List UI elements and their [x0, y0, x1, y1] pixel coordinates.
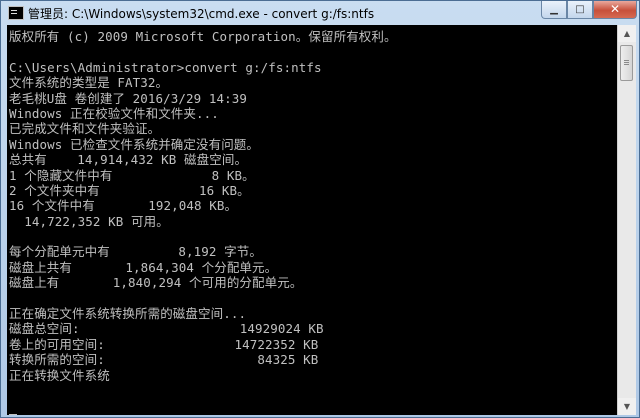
console-line: 2 个文件夹中有 16 KB。: [9, 182, 250, 198]
console-line: Windows 正在校验文件和文件夹...: [9, 105, 219, 121]
console-line: 老毛桃U盘 卷创建了 2016/3/29 14:39: [9, 90, 248, 106]
scroll-up-arrow-icon[interactable]: ▲: [618, 25, 636, 42]
maximize-button[interactable]: □: [567, 1, 593, 19]
console-line: 半:: [9, 414, 397, 415]
console-line: 磁盘总空间: 14929024 KB: [9, 321, 324, 337]
console-line: 正在转换文件系统: [9, 367, 110, 383]
console-line: Windows 已检查文件系统并确定没有问题。: [9, 136, 260, 152]
close-button[interactable]: ✕: [593, 1, 637, 19]
console-lines: 版权所有 (c) 2009 Microsoft Corporation。保留所有…: [9, 29, 397, 415]
scrollbar-thumb[interactable]: [620, 45, 633, 81]
cmd-icon[interactable]: [8, 6, 24, 20]
console-line: 版权所有 (c) 2009 Microsoft Corporation。保留所有…: [9, 29, 397, 44]
console-line: 卷上的可用空间: 14722352 KB: [9, 336, 319, 352]
console-line: 文件系统的类型是 FAT32。: [9, 75, 169, 91]
console-line: 16 个文件中有 192,048 KB。: [9, 198, 238, 214]
window-title: 管理员: C:\Windows\system32\cmd.exe - conve…: [28, 7, 375, 21]
console-line: 磁盘上有 1,840,294 个可用的分配单元。: [9, 275, 303, 291]
window-controls: ▁ □ ✕: [541, 1, 637, 19]
console-output[interactable]: 版权所有 (c) 2009 Microsoft Corporation。保留所有…: [7, 25, 617, 415]
console-line: 每个分配单元中有 8,192 字节。: [9, 244, 262, 260]
title-bar[interactable]: 管理员: C:\Windows\system32\cmd.exe - conve…: [1, 1, 640, 25]
console-line: 14,722,352 KB 可用。: [9, 213, 169, 229]
console-line: 转换所需的空间: 84325 KB: [9, 352, 319, 368]
console-line: C:\Users\Administrator>convert g:/fs:ntf…: [9, 59, 322, 75]
console-line: 1 个隐藏文件中有 8 KB。: [9, 167, 255, 183]
text-cursor: [9, 414, 17, 415]
console-line: 总共有 14,914,432 KB 磁盘空间。: [9, 152, 248, 168]
console-line: 已完成文件和文件夹验证。: [9, 121, 161, 137]
cmd-window: 管理员: C:\Windows\system32\cmd.exe - conve…: [0, 0, 640, 418]
console-line: 正在确定文件系统转换所需的磁盘空间...: [9, 306, 247, 322]
minimize-button[interactable]: ▁: [541, 1, 567, 19]
scroll-down-arrow-icon[interactable]: ▼: [618, 398, 636, 415]
console-line: 磁盘上共有 1,864,304 个分配单元。: [9, 259, 278, 275]
vertical-scrollbar[interactable]: ▲ ▼: [617, 25, 636, 415]
